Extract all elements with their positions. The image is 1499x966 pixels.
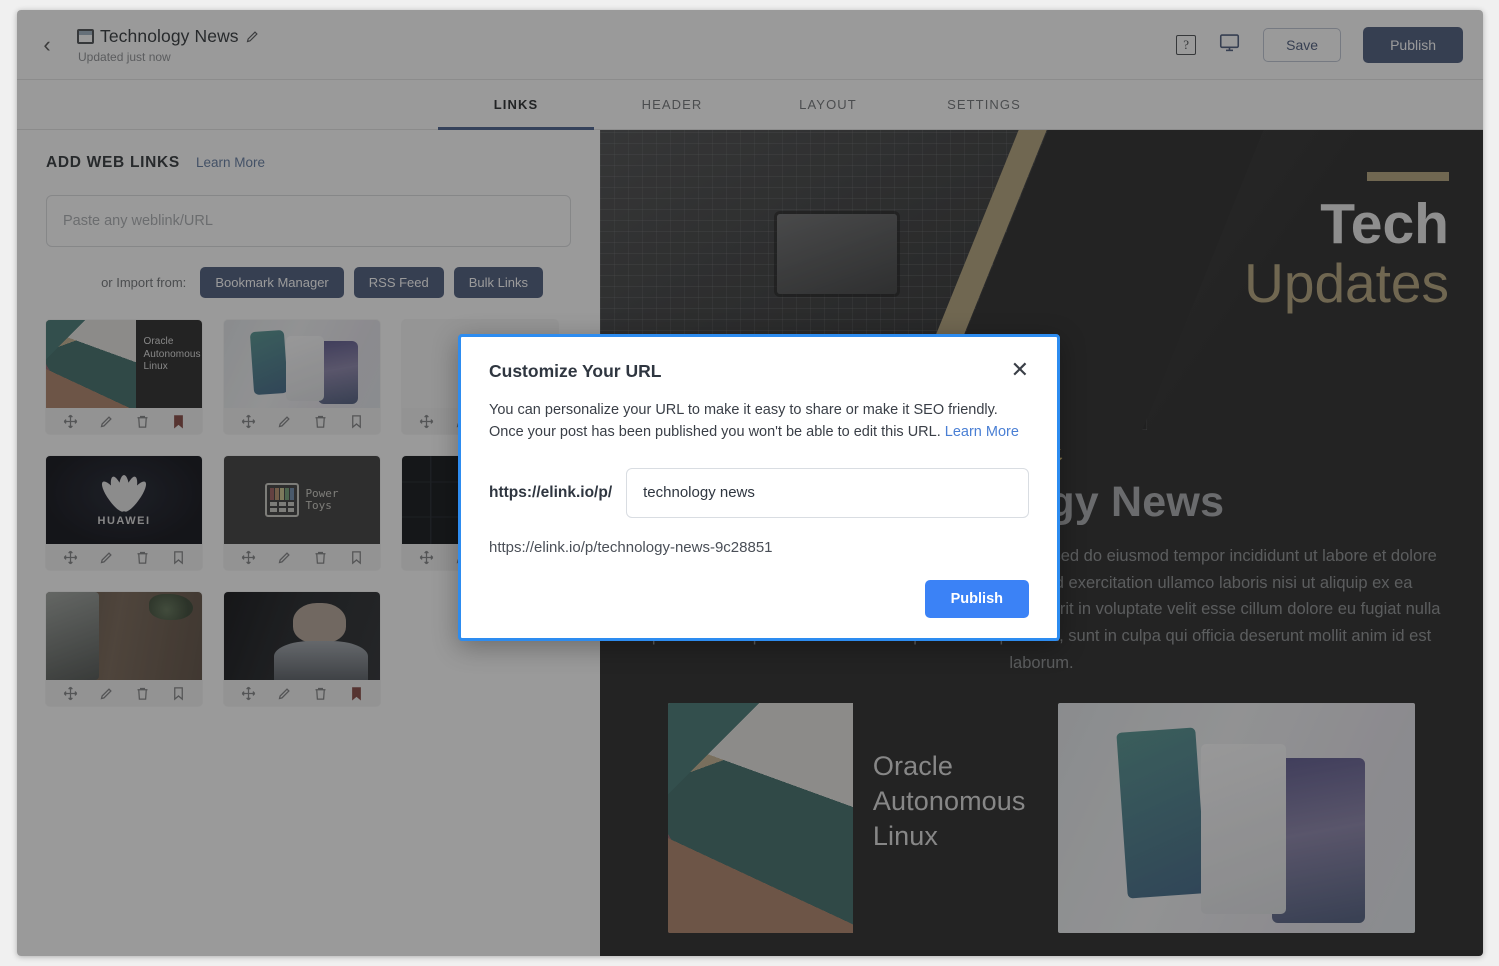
app-window: ‹ Technology News Updated just now ? xyxy=(17,10,1483,956)
modal-overlay[interactable]: Customize Your URL ✕ You can personalize… xyxy=(17,10,1483,956)
modal-description-text: You can personalize your URL to make it … xyxy=(489,402,998,440)
modal-title: Customize Your URL xyxy=(489,361,661,382)
modal-description: You can personalize your URL to make it … xyxy=(489,399,1029,444)
customize-url-modal: Customize Your URL ✕ You can personalize… xyxy=(458,334,1060,641)
modal-footer: Publish xyxy=(489,580,1029,618)
close-icon[interactable]: ✕ xyxy=(1011,361,1029,379)
url-prefix: https://elink.io/p/ xyxy=(489,484,612,502)
url-slug-input[interactable] xyxy=(626,468,1029,518)
modal-header: Customize Your URL ✕ xyxy=(489,361,1029,382)
url-editor-row: https://elink.io/p/ xyxy=(489,468,1029,518)
modal-learn-more-link[interactable]: Learn More xyxy=(945,424,1019,440)
url-preview-text: https://elink.io/p/technology-news-9c288… xyxy=(489,539,1029,556)
modal-publish-button[interactable]: Publish xyxy=(925,580,1029,618)
